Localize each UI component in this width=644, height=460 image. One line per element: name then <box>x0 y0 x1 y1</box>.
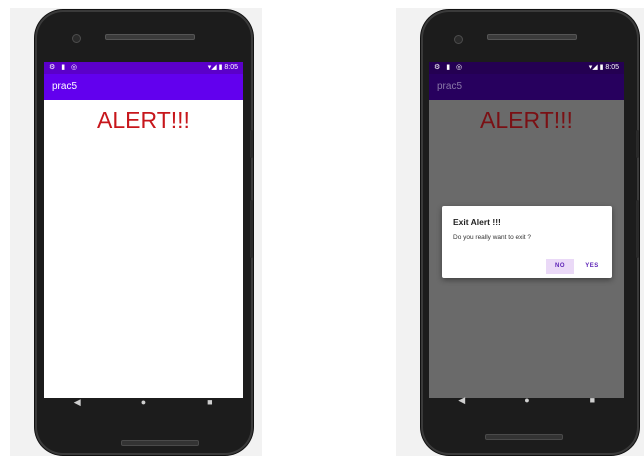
app-bar: prac5 <box>429 74 624 100</box>
dialog-message: Do you really want to exit ? <box>453 234 532 241</box>
app-title: prac5 <box>437 81 463 92</box>
bottom-speaker <box>121 440 199 446</box>
bottom-speaker <box>485 434 563 440</box>
left-phone-frame: ⚙ ▮ ◎ ▾◢ ▮ 8:05 prac5 ALERT!!! ◀ ● ■ <box>35 10 253 455</box>
volume-button <box>250 200 253 258</box>
front-camera-icon <box>72 34 81 43</box>
dialog-title: Exit Alert !!! <box>453 217 501 227</box>
yes-button[interactable]: YES <box>578 259 606 274</box>
status-bar: ⚙ ▮ ◎ ▾◢ ▮ 8:05 <box>429 62 624 74</box>
home-icon[interactable]: ● <box>128 397 158 407</box>
app-bar: prac5 <box>44 74 243 100</box>
back-icon[interactable]: ◀ <box>62 397 92 408</box>
earpiece-speaker <box>105 34 195 40</box>
status-bar: ⚙ ▮ ◎ ▾◢ ▮ 8:05 <box>44 62 243 74</box>
alert-heading: ALERT!!! <box>480 107 573 133</box>
home-icon[interactable]: ● <box>512 395 542 405</box>
right-phone-frame: ⚙ ▮ ◎ ▾◢ ▮ 8:05 prac5 ALERT!!! Exit Aler… <box>421 10 639 455</box>
navigation-bar: ◀ ● ■ <box>44 382 243 422</box>
exit-alert-dialog: Exit Alert !!! Do you really want to exi… <box>442 206 612 278</box>
status-clock: ▾◢ ▮ 8:05 <box>207 64 238 71</box>
volume-button <box>636 200 639 258</box>
earpiece-speaker <box>487 34 577 40</box>
navigation-bar: ◀ ● ■ <box>429 380 625 420</box>
app-title: prac5 <box>52 81 78 92</box>
right-screen: ⚙ ▮ ◎ ▾◢ ▮ 8:05 prac5 ALERT!!! Exit Aler… <box>429 62 624 398</box>
left-screen: ⚙ ▮ ◎ ▾◢ ▮ 8:05 prac5 ALERT!!! <box>44 62 243 398</box>
recents-icon[interactable]: ■ <box>195 397 225 407</box>
front-camera-icon <box>454 35 463 44</box>
recents-icon[interactable]: ■ <box>577 395 607 405</box>
power-button <box>250 130 253 158</box>
status-icons: ⚙ ▮ ◎ <box>434 64 465 71</box>
no-button[interactable]: NO <box>546 259 574 274</box>
status-clock: ▾◢ ▮ 8:05 <box>588 64 619 71</box>
status-icons: ⚙ ▮ ◎ <box>49 64 80 71</box>
back-icon[interactable]: ◀ <box>447 395 477 406</box>
alert-heading: ALERT!!! <box>97 107 190 133</box>
power-button <box>636 130 639 158</box>
